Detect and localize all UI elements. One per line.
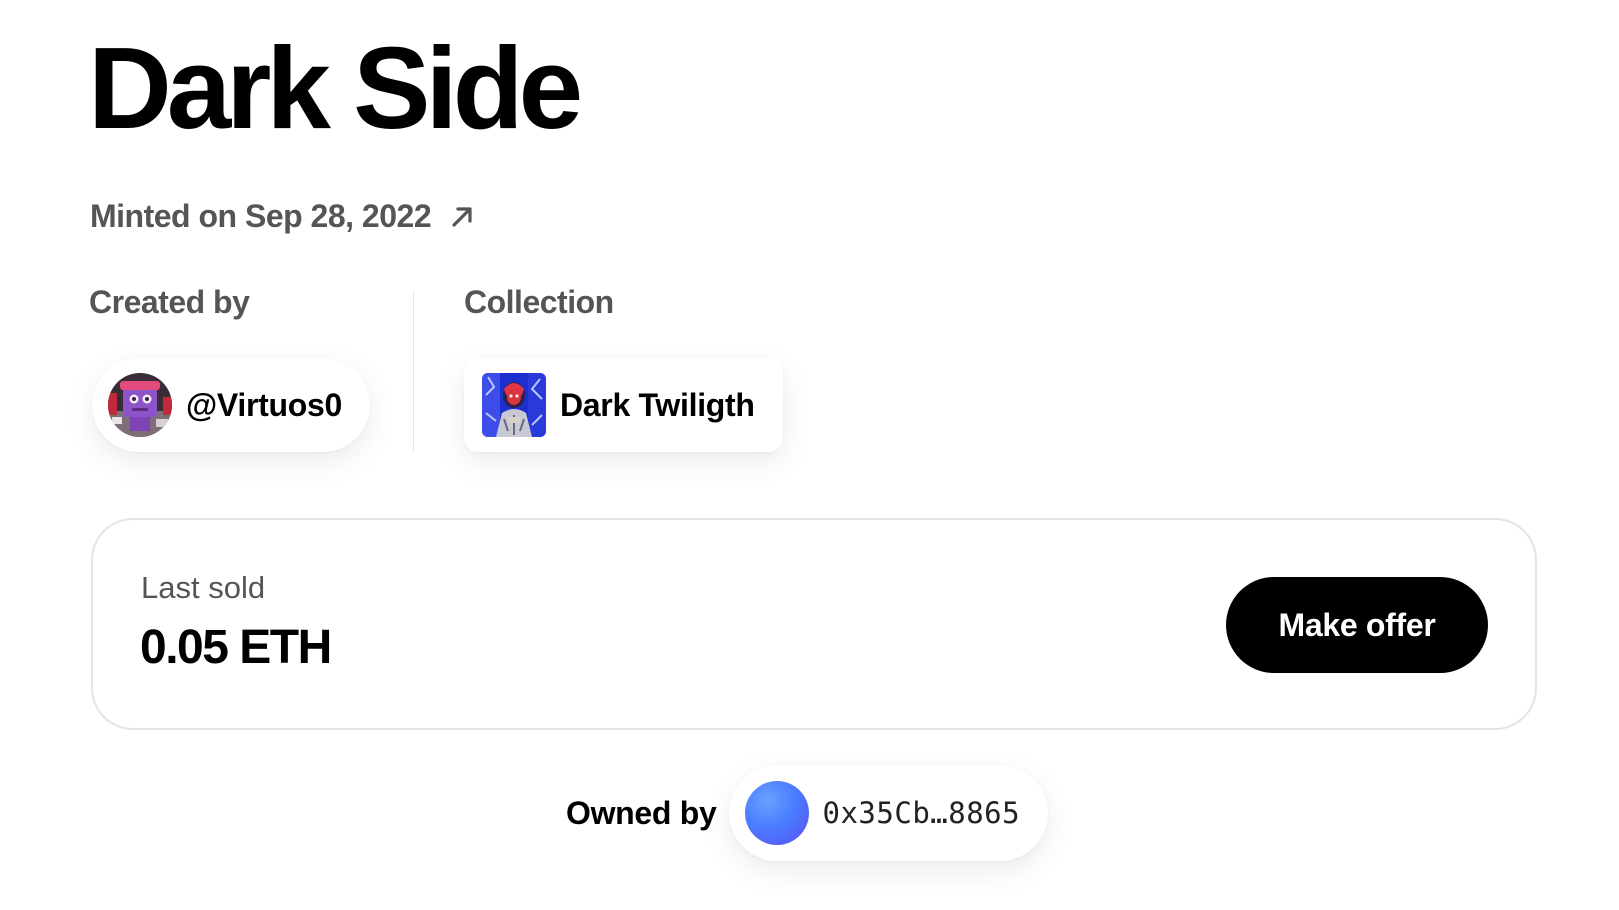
creator-handle: @Virtuos0: [186, 386, 342, 423]
minted-link[interactable]: Minted on Sep 28, 2022: [90, 198, 475, 235]
arrow-up-right-icon: [449, 204, 475, 230]
artwork-title: Dark Side: [88, 23, 583, 153]
creator-chip[interactable]: @Virtuos0: [92, 358, 370, 452]
make-offer-button[interactable]: Make offer: [1226, 577, 1488, 673]
owner-chip[interactable]: 0x35Cb…8865: [728, 765, 1049, 861]
creator-avatar: [108, 373, 172, 437]
owner-row: Owned by 0x35Cb…8865: [566, 765, 1049, 861]
owner-avatar: [744, 781, 809, 845]
collection-thumbnail: [482, 373, 546, 437]
artwork-detail-page: Dark Side Minted on Sep 28, 2022 Created…: [0, 0, 1619, 910]
section-divider: [413, 290, 414, 452]
last-sold-label: Last sold: [141, 570, 266, 605]
last-sold-price: 0.05 ETH: [140, 621, 332, 674]
owner-address: 0x35Cb…8865: [822, 796, 1021, 830]
last-sold-card: Last sold 0.05 ETH Make offer: [91, 518, 1537, 730]
collection-chip[interactable]: Dark Twiligth: [464, 358, 783, 452]
collection-label: Collection: [464, 284, 614, 320]
owned-by-label: Owned by: [566, 794, 717, 831]
created-by-label: Created by: [89, 284, 250, 320]
collection-name: Dark Twiligth: [560, 386, 755, 423]
minted-date-text: Minted on Sep 28, 2022: [90, 198, 432, 234]
